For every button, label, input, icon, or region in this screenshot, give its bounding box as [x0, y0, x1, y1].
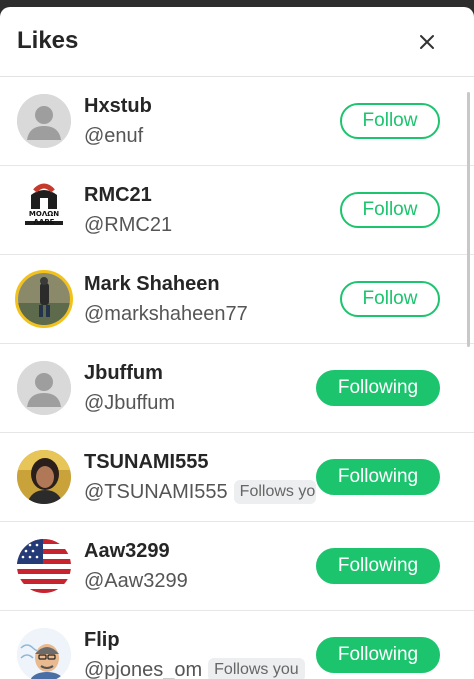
list-item[interactable]: Jbuffum @Jbuffum Following — [0, 344, 474, 433]
scrollbar[interactable] — [467, 92, 470, 347]
cartoon-avatar — [17, 628, 71, 679]
user-handle: @pjones_om — [84, 659, 203, 679]
display-name: RMC21 — [84, 184, 152, 206]
us-flag-avatar — [17, 539, 71, 593]
user-names: TSUNAMI555 @TSUNAMI555 Follows you — [84, 450, 316, 504]
avatar-text: ΜΟΛΩΝ ΛΑΒΕ — [28, 210, 60, 226]
user-handle: @markshaheen77 — [84, 303, 248, 325]
user-handle: @Aaw3299 — [84, 570, 188, 592]
user-names: RMC21 @RMC21 — [84, 183, 172, 237]
close-icon — [420, 35, 434, 49]
user-names: Mark Shaheen @markshaheen77 — [84, 272, 248, 326]
avatar[interactable] — [15, 270, 73, 328]
likes-list: Hxstub @enuf Follow ΜΟΛΩΝ ΛΑΒΕ RMC21 @RM… — [0, 77, 474, 679]
display-name: Jbuffum — [84, 362, 163, 384]
avatar[interactable]: ΜΟΛΩΝ ΛΑΒΕ — [17, 183, 71, 237]
user-handle: @TSUNAMI555 — [84, 481, 228, 503]
avatar[interactable] — [17, 539, 71, 593]
follow-button[interactable]: Follow — [340, 103, 440, 139]
sheet-title: Likes — [17, 27, 79, 54]
user-names: Jbuffum @Jbuffum — [84, 361, 175, 415]
list-item[interactable]: TSUNAMI555 @TSUNAMI555 Follows you Follo… — [0, 433, 474, 522]
follow-button[interactable]: Follow — [340, 281, 440, 317]
avatar[interactable] — [17, 94, 71, 148]
close-button[interactable] — [412, 27, 442, 57]
user-handle: @Jbuffum — [84, 392, 176, 414]
follows-you-badge: Follows you — [208, 658, 305, 679]
user-names: Aaw3299 @Aaw3299 — [84, 539, 188, 593]
default-avatar-icon — [17, 94, 71, 148]
avatar[interactable] — [17, 450, 71, 504]
list-item[interactable]: Hxstub @enuf Follow — [0, 77, 474, 166]
following-button[interactable]: Following — [316, 459, 440, 495]
sheet-header: Likes — [0, 7, 474, 77]
user-names: Hxstub @enuf — [84, 94, 152, 148]
display-name: TSUNAMI555 — [84, 451, 209, 473]
photo-avatar — [17, 450, 71, 504]
follow-button[interactable]: Follow — [340, 192, 440, 228]
list-item[interactable]: Flip @pjones_om Follows you Following — [0, 611, 474, 679]
following-button[interactable]: Following — [316, 370, 440, 406]
follows-you-badge: Follows you — [233, 480, 316, 504]
avatar[interactable] — [17, 361, 71, 415]
list-item[interactable]: ΜΟΛΩΝ ΛΑΒΕ RMC21 @RMC21 Follow — [0, 166, 474, 255]
default-avatar-icon — [17, 361, 71, 415]
user-handle: @RMC21 — [84, 214, 173, 236]
user-handle: @enuf — [84, 125, 144, 147]
display-name: Aaw3299 — [84, 540, 170, 562]
list-item[interactable]: Aaw3299 @Aaw3299 Following — [0, 522, 474, 611]
display-name: Flip — [84, 629, 120, 651]
following-button[interactable]: Following — [316, 637, 440, 673]
display-name: Hxstub — [84, 95, 152, 117]
avatar[interactable] — [17, 628, 71, 679]
photo-avatar — [18, 273, 70, 325]
following-button[interactable]: Following — [316, 548, 440, 584]
user-names: Flip @pjones_om Follows you — [84, 628, 305, 679]
display-name: Mark Shaheen — [84, 273, 220, 295]
list-item[interactable]: Mark Shaheen @markshaheen77 Follow — [0, 255, 474, 344]
likes-sheet: Likes Hxstub @enuf Follow ΜΟΛΩΝ ΛΑΒΕ RMC… — [0, 7, 474, 679]
